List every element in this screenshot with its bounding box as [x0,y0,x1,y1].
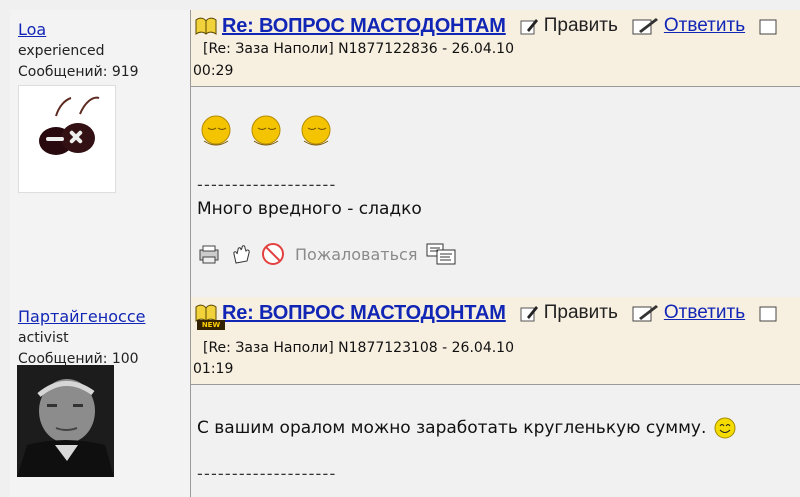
edit-button[interactable]: Править [519,302,618,324]
author-panel: Loa experienced Сообщений: 919 [10,10,191,297]
author-message-count: Сообщений: 919 [18,64,139,80]
smiley-row [198,113,334,151]
post-header: Re: ВОПРОС МАСТОДОНТАМ Править Ответить … [191,297,800,385]
quote-icon[interactable] [425,242,457,266]
post-title-link[interactable]: Re: ВОПРОС МАСТОДОНТАМ [222,15,506,38]
signature-separator: -------------------- [197,464,337,483]
post-header: Re: ВОПРОС МАСТОДОНТАМ Править Ответить … [191,10,800,87]
post-time: 01:19 [193,361,234,377]
post-text: Много вредного - сладко [197,199,422,219]
post-title-link[interactable]: Re: ВОПРОС МАСТОДОНТАМ [222,302,506,325]
edit-label: Править [543,302,618,323]
post-meta-line: [Re: Заза Наполи] N1877123108 - 26.04.10 [203,340,514,356]
printer-icon[interactable] [197,243,221,265]
signature-separator: -------------------- [197,175,337,194]
reply-pen-icon [632,18,658,35]
edit-pencil-icon [520,19,538,35]
smiley-icon [714,417,736,439]
reply-button[interactable]: Ответить [631,15,745,37]
forbidden-icon[interactable] [261,242,285,266]
post-body: С вашим оралом можно заработать круглень… [191,385,800,497]
avatar [17,365,114,477]
post-toolbar: Пожаловаться [197,242,457,266]
edit-pencil-icon [520,306,538,322]
reply-label: Ответить [663,302,746,323]
hand-icon[interactable] [229,242,253,266]
post-text: С вашим оралом можно заработать круглень… [197,418,707,438]
edit-label: Править [543,15,618,36]
reply-pen-icon [632,305,658,322]
forum-post: Партайгеноссе activist Сообщений: 100 Re… [10,297,800,497]
author-role: experienced [18,43,105,59]
forum-post: Loa experienced Сообщений: 919 Re: ВОПРО… [10,10,800,297]
post-body: -------------------- Много вредного - сл… [191,87,800,297]
reply-button[interactable]: Ответить [631,302,745,324]
author-role: activist [18,330,69,346]
post-time: 00:29 [193,63,234,79]
author-panel: Партайгеноссе activist Сообщений: 100 [10,297,191,497]
edit-button[interactable]: Править [519,15,618,37]
reply-label: Ответить [663,15,746,36]
author-name-link[interactable]: Loa [18,20,46,39]
post-meta-line: [Re: Заза Наполи] N1877122836 - 26.04.10 [203,41,514,57]
new-badge: NEW [197,320,225,330]
more-action-icon[interactable] [758,303,783,323]
post-text-row: С вашим оралом можно заработать круглень… [197,417,736,439]
sleepy-smiley-icon [201,115,231,146]
author-name-link[interactable]: Партайгеноссе [18,307,145,326]
more-action-icon[interactable] [758,16,783,36]
avatar [18,85,116,193]
report-link[interactable]: Пожаловаться [295,245,417,264]
sleepy-smiley-icon [251,115,281,146]
book-icon [195,17,217,35]
sleepy-smiley-icon [301,115,331,146]
